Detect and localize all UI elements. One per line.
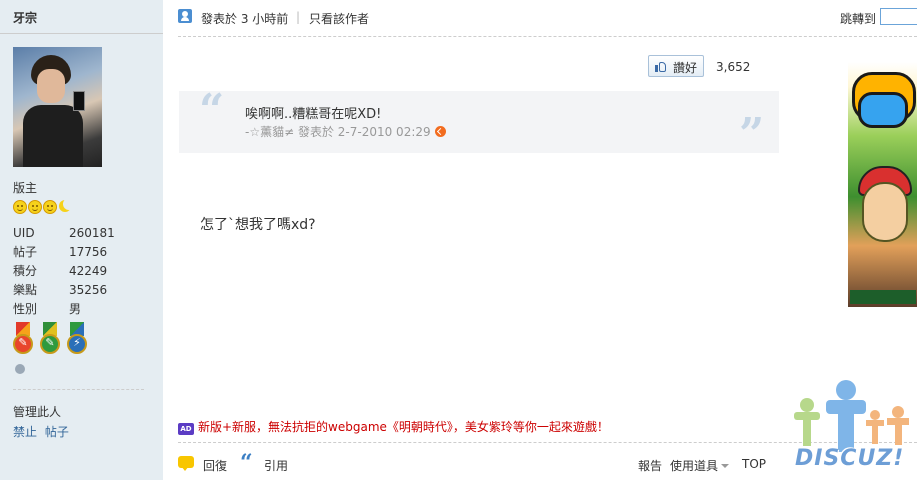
stat-value: 42249 — [69, 264, 108, 278]
like-label: 讚好 — [673, 61, 698, 75]
close-quote-icon: ” — [739, 109, 765, 160]
author-username[interactable]: 牙宗 — [13, 9, 37, 26]
post-body: 怎了`想我了嗎xd? — [200, 217, 316, 233]
rank-stars — [13, 198, 75, 214]
tools-menu[interactable]: 使用道具 — [670, 457, 730, 474]
header-divider: | — [296, 10, 301, 24]
online-status-icon — [15, 364, 25, 374]
medal-icon[interactable]: ✎ — [40, 322, 60, 356]
quote-block: “ ” 唉啊啊..糟糕哥在呢XD! -☆薰貓≠ 發表於 2-7-2010 02:… — [179, 85, 779, 160]
quote-meta: -☆薰貓≠ 發表於 2-7-2010 02:29 — [245, 123, 446, 140]
moon-icon — [58, 198, 75, 214]
medal-icon[interactable]: ✎ — [13, 322, 33, 356]
smiley-icon — [13, 200, 27, 214]
like-button[interactable]: 讚好 — [648, 55, 704, 77]
author-sidebar: 牙宗 版主 UID 260181 帖子 17756 積分 42249 樂點 35256 … — [0, 0, 163, 480]
manage-links: 禁止 帖子 — [13, 423, 73, 440]
author-rank: 版主 — [13, 181, 38, 195]
stat-row-lepoints: 樂點 35256 — [13, 281, 115, 300]
jump-to-input[interactable] — [880, 8, 917, 25]
stat-row-gender: 性別 男 — [13, 300, 115, 319]
author-stats: UID 260181 帖子 17756 積分 42249 樂點 35256 性別 男 — [13, 224, 115, 319]
quote-text: 唉啊啊..糟糕哥在呢XD! — [245, 107, 382, 122]
top-button[interactable]: TOP — [742, 457, 766, 471]
stat-label: 積分 — [13, 264, 38, 278]
stat-label: 性別 — [13, 302, 38, 316]
jump-label: 跳轉到 — [840, 12, 877, 26]
tools-label: 使用道具 — [670, 459, 719, 473]
ad-badge: AD — [178, 423, 194, 435]
stat-value: 35256 — [69, 283, 108, 297]
discuz-logo-text: DISCUZ! — [795, 446, 905, 471]
stat-value: 男 — [69, 302, 82, 316]
open-quote-icon: “ — [199, 85, 225, 136]
header-divider-line — [178, 36, 917, 37]
sidebar-divider — [0, 33, 163, 34]
stat-label: 樂點 — [13, 283, 38, 297]
post-header: 發表於 3 小時前 | 只看該作者 跳轉到 — [178, 8, 917, 27]
stat-label: 帖子 — [13, 245, 38, 259]
quote-button[interactable]: 引用 — [264, 457, 288, 474]
avatar[interactable] — [13, 47, 102, 167]
smiley-icon — [28, 200, 42, 214]
posts-link[interactable]: 帖子 — [45, 425, 69, 439]
stat-row-points: 積分 42249 — [13, 262, 115, 281]
reply-bubble-icon[interactable] — [178, 456, 194, 471]
report-button[interactable]: 報告 — [638, 457, 662, 474]
ad-text[interactable]: 新版+新服，無法抗拒的webgame《明朝時代》，美女紫玲等你一起來遊戲！ — [198, 420, 609, 434]
ban-link[interactable]: 禁止 — [13, 425, 37, 439]
go-to-post-icon[interactable] — [434, 126, 446, 137]
smiley-icon — [43, 200, 57, 214]
stat-row-posts: 帖子 17756 — [13, 243, 115, 262]
post-time: 發表於 3 小時前 — [201, 12, 289, 26]
sidebar-divider — [13, 389, 144, 390]
stat-label: UID — [13, 226, 35, 240]
medal-icon[interactable]: ⚡ — [67, 322, 87, 356]
like-count: 3,652 — [716, 60, 751, 74]
author-only-link[interactable]: 只看該作者 — [309, 10, 369, 27]
stat-value: 260181 — [69, 226, 115, 240]
ad-banner[interactable] — [848, 62, 917, 307]
medals: ✎ ✎ ⚡ — [13, 322, 87, 356]
post-footer: 回復 “ 引用 報告 使用道具 TOP — [178, 450, 778, 476]
stat-row-uid: UID 260181 — [13, 224, 115, 243]
chevron-down-icon — [721, 464, 730, 468]
thumbs-up-icon — [655, 60, 667, 72]
quote-icon[interactable]: “ — [240, 450, 253, 476]
manage-title: 管理此人 — [13, 405, 62, 419]
discuz-watermark: DISCUZ! — [792, 380, 917, 480]
quote-meta-text: -☆薰貓≠ 發表於 2-7-2010 02:29 — [245, 125, 431, 139]
user-icon[interactable] — [178, 9, 192, 23]
reply-button[interactable]: 回復 — [203, 457, 227, 474]
stat-value[interactable]: 17756 — [69, 243, 107, 262]
ad-line[interactable]: AD 新版+新服，無法抗拒的webgame《明朝時代》，美女紫玲等你一起來遊戲！ — [178, 418, 609, 435]
